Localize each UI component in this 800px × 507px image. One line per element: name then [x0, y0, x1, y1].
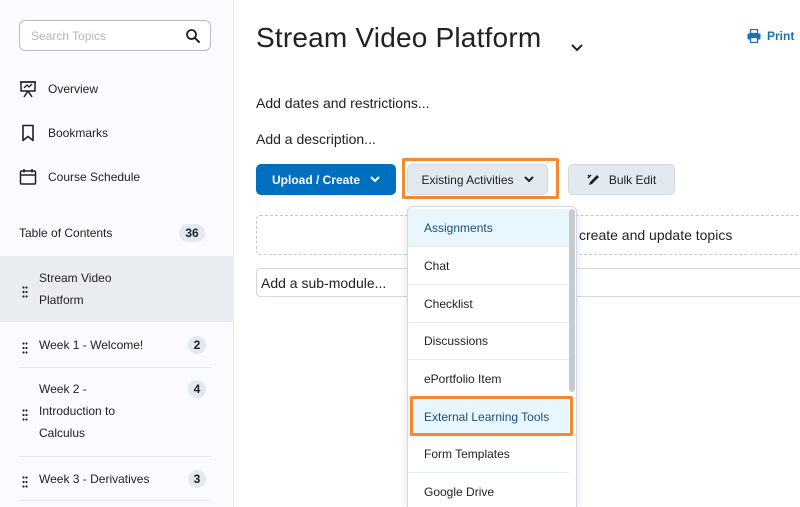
module-item-week-1[interactable]: Week 1 - Welcome! 2 [0, 334, 234, 356]
printer-icon [747, 29, 761, 43]
module-count-badge: 4 [188, 380, 206, 398]
module-item-week-2[interactable]: Week 2 - Introduction to Calculus 4 [0, 378, 234, 444]
nav-overview-label: Overview [48, 82, 99, 96]
add-description-link[interactable]: Add a description... [256, 131, 376, 147]
module-count-badge: 3 [188, 470, 206, 488]
search-icon[interactable] [184, 27, 202, 45]
add-sub-module-placeholder: Add a sub-module... [261, 275, 387, 291]
menu-item-checklist[interactable]: Checklist [408, 285, 569, 323]
table-of-contents-label: Table of Contents [19, 226, 113, 240]
nav-bookmarks[interactable]: Bookmarks [19, 121, 219, 145]
menu-scrollbar[interactable] [569, 209, 575, 392]
menu-item-discussions[interactable]: Discussions [408, 322, 569, 360]
drag-handle-icon[interactable] [22, 473, 28, 488]
upload-create-button[interactable]: Upload / Create [256, 164, 396, 195]
table-of-contents-header[interactable]: Table of Contents 36 [19, 222, 205, 244]
existing-activities-label: Existing Activities [421, 172, 514, 187]
presentation-icon [19, 80, 37, 98]
drag-handle-icon[interactable] [22, 339, 28, 354]
chevron-down-icon [370, 176, 380, 183]
active-pointer [226, 277, 235, 295]
search-placeholder: Search Topics [31, 29, 107, 43]
print-label: Print [767, 29, 795, 43]
module-item-stream-video-platform[interactable]: Stream Video Platform [0, 256, 234, 322]
bookmark-icon [19, 124, 37, 142]
upload-create-label: Upload / Create [271, 172, 361, 187]
existing-activities-menu: Assignments Chat Checklist Discussions e… [407, 206, 577, 507]
module-item-week-3[interactable]: Week 3 - Derivatives 3 [0, 468, 234, 490]
drag-handle-icon[interactable] [22, 406, 28, 421]
menu-item-assignments[interactable]: Assignments [408, 209, 569, 247]
bulk-edit-button[interactable]: Bulk Edit [568, 164, 675, 195]
bulk-edit-label: Bulk Edit [608, 172, 657, 187]
module-label: Week 3 - Derivatives [39, 472, 150, 486]
nav-course-schedule[interactable]: Course Schedule [19, 165, 219, 189]
nav-overview[interactable]: Overview [19, 77, 219, 101]
existing-activities-button[interactable]: Existing Activities [407, 164, 548, 195]
module-label: Week 1 - Welcome! [39, 338, 144, 352]
divider [19, 367, 212, 368]
divider [19, 456, 212, 457]
module-label: Week 2 - Introduction to Calculus [39, 382, 116, 440]
chevron-down-icon [523, 176, 534, 183]
pencil-icon [587, 173, 601, 187]
module-label: Stream Video Platform [39, 271, 112, 307]
menu-item-google-drive[interactable]: Google Drive [408, 473, 569, 507]
drop-zone-text: create and update topics [579, 227, 733, 243]
menu-item-external-learning-tools[interactable]: External Learning Tools [408, 398, 569, 436]
menu-item-chat[interactable]: Chat [408, 247, 569, 285]
module-count-badge: 2 [188, 336, 206, 354]
menu-item-eportfolio-item[interactable]: ePortfolio Item [408, 360, 569, 398]
nav-bookmarks-label: Bookmarks [48, 126, 109, 140]
calendar-icon [19, 168, 37, 186]
chevron-down-icon[interactable] [570, 40, 584, 52]
toc-count-badge: 36 [179, 224, 205, 242]
page-title: Stream Video Platform [256, 22, 542, 53]
nav-course-schedule-label: Course Schedule [48, 170, 141, 184]
menu-item-form-templates[interactable]: Form Templates [408, 435, 569, 473]
sidebar: Search Topics Overview Bookmarks Course … [0, 0, 235, 507]
search-topics-input[interactable]: Search Topics [19, 20, 211, 51]
drag-handle-icon[interactable] [22, 283, 28, 298]
print-button[interactable]: Print [747, 29, 794, 43]
add-dates-link[interactable]: Add dates and restrictions... [256, 95, 430, 111]
divider [19, 500, 212, 501]
